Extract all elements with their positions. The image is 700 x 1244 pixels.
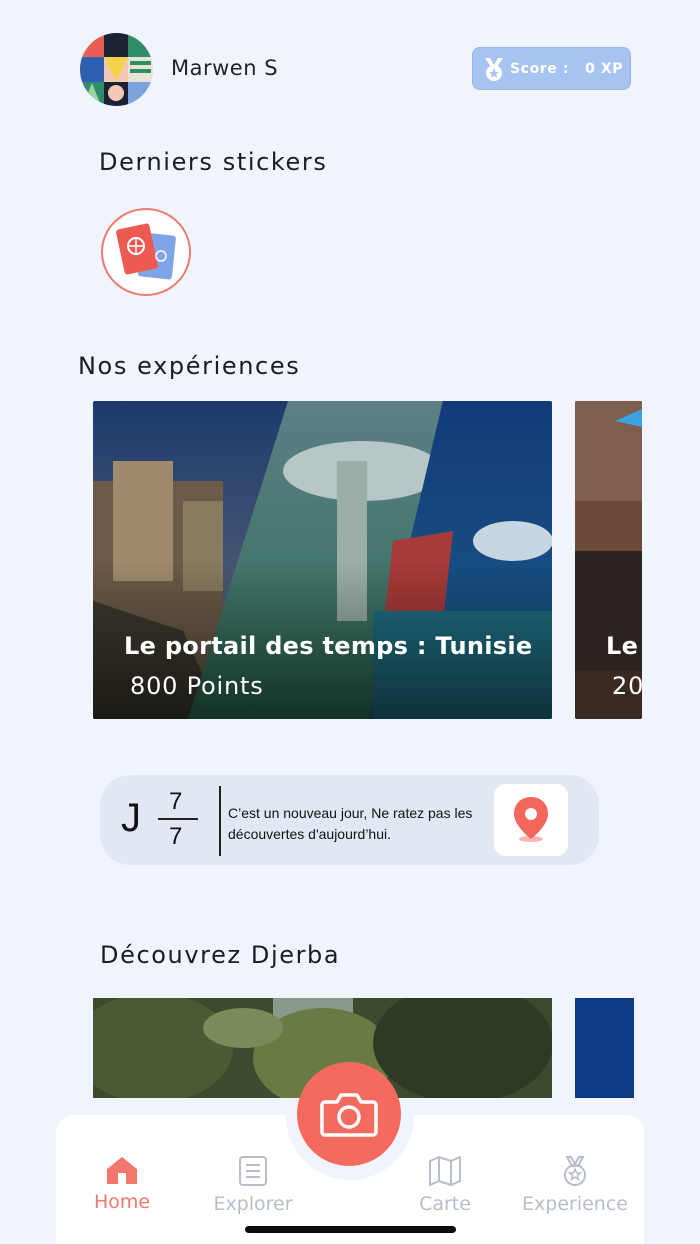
fraction-line [158,818,198,820]
medal-icon [485,57,503,81]
nav-explorer-label: Explorer [213,1193,293,1215]
day-letter: J [121,796,141,840]
experience-title: Le v [606,632,642,660]
camera-button[interactable] [297,1062,401,1166]
avatar[interactable] [80,33,153,106]
nav-home-label: Home [93,1191,151,1213]
discover-card-next[interactable] [575,998,634,1098]
day-denominator: 7 [169,823,183,850]
experience-points: 20 [612,672,642,700]
experiences-title: Nos expériences [78,352,301,380]
list-icon [239,1156,267,1186]
experience-title: Le portail des temps : Tunisie [124,632,533,660]
home-indicator [245,1226,456,1233]
experience-card[interactable]: Le portail des temps : Tunisie 800 Point… [93,401,552,719]
nav-carte[interactable]: Carte [412,1155,478,1215]
location-button[interactable] [494,784,568,856]
map-icon [429,1156,461,1186]
experience-card-next[interactable]: Le v 20 [575,401,642,719]
day-numerator: 7 [169,788,183,815]
camera-icon [320,1093,378,1137]
nav-experience-label: Experience [522,1193,628,1215]
experience-points: 800 Points [130,672,264,700]
passport-icon [116,223,176,280]
map-pin-icon [514,797,548,842]
divider [219,786,221,856]
score-value: 0 XP [585,60,624,77]
nav-home[interactable]: Home [86,1155,158,1213]
medal-icon [564,1156,586,1186]
stickers-title: Derniers stickers [99,148,328,176]
score-badge[interactable]: Score : 0 XP [472,47,631,90]
score-label: Score : [510,60,570,77]
sticker-passport[interactable] [101,208,191,296]
home-icon [107,1157,137,1184]
discover-title: Découvrez Djerba [100,941,341,969]
nav-carte-label: Carte [419,1193,471,1215]
username: Marwen S [171,56,279,80]
nav-explorer[interactable]: Explorer [207,1155,299,1215]
nav-experience[interactable]: Experience [518,1155,632,1215]
day-message: C’est un nouveau jour, Ne ratez pas les … [228,805,473,842]
